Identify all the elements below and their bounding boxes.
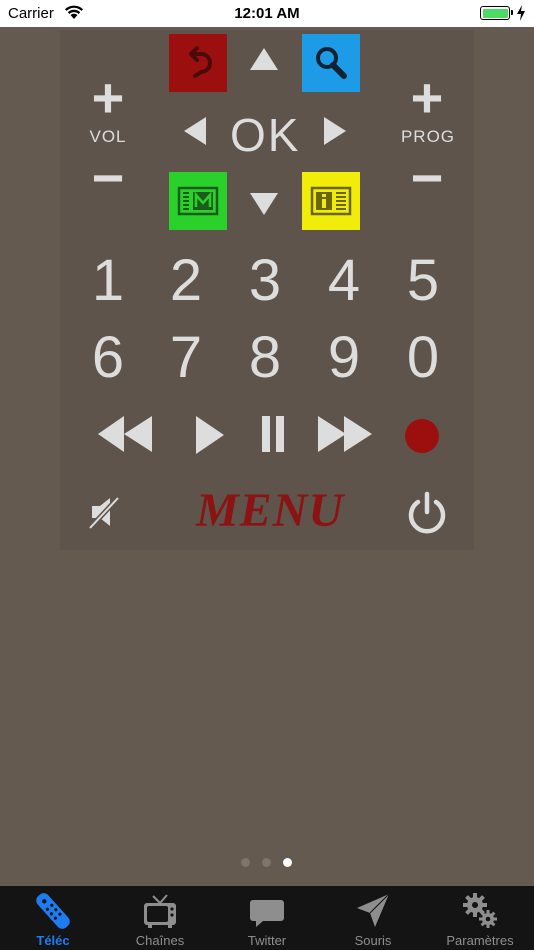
digit-3-button[interactable]: 3 [225,252,305,310]
charging-bolt-icon [517,5,525,21]
digit-0-button[interactable]: 0 [383,329,463,387]
guide-button[interactable] [169,172,227,230]
program-label: PROG [400,127,456,146]
digit-4-button[interactable]: 4 [304,252,384,310]
back-button[interactable] [169,34,227,92]
play-button[interactable] [194,414,226,456]
digit-6-button[interactable]: 6 [68,329,148,387]
pointer-arrow-icon [357,893,390,927]
pause-button[interactable] [260,414,286,454]
battery-icon [480,6,513,20]
remote-icon [36,893,70,929]
page-dot-2[interactable] [262,858,271,867]
digit-1-button[interactable]: 1 [68,252,148,310]
fast-forward-button[interactable] [316,413,374,455]
menu-button[interactable]: MENU [196,483,344,538]
tab-label: Paramètres [446,933,514,948]
digit-7-button[interactable]: 7 [146,329,226,387]
guide-m-icon [177,186,219,216]
digit-8-button[interactable]: 8 [225,329,305,387]
info-button[interactable] [302,172,360,230]
search-icon [316,47,347,79]
digit-2-button[interactable]: 2 [146,252,226,310]
page-indicator[interactable] [0,858,534,870]
volume-up-button[interactable]: + [78,70,138,126]
down-arrow-button[interactable] [248,191,280,217]
gears-icon [463,893,497,928]
tab-chaines[interactable]: Chaînes [107,886,213,950]
record-button[interactable] [404,418,440,454]
rewind-button[interactable] [96,413,154,455]
info-icon [310,186,352,216]
tab-bar: Téléc Chaînes Twitter Souris Paramètres [0,886,534,950]
tab-label: Téléc [36,933,70,948]
up-arrow-button[interactable] [248,46,280,72]
digit-9-button[interactable]: 9 [304,329,384,387]
tab-souris[interactable]: Souris [320,886,426,950]
status-bar: Carrier 12:01 AM [0,0,534,27]
page-dot-1[interactable] [241,858,250,867]
tab-twitter[interactable]: Twitter [214,886,320,950]
right-arrow-button[interactable] [322,115,348,147]
ok-button[interactable]: OK [230,108,300,162]
tab-label: Twitter [247,933,287,948]
mute-button[interactable] [88,494,122,530]
tab-telec[interactable]: Téléc [0,886,106,950]
return-arrow-icon [189,46,212,78]
status-time: 12:01 AM [234,5,300,22]
tab-parametres[interactable]: Paramètres [427,886,533,950]
tab-label: Souris [354,933,392,948]
program-down-button[interactable]: − [397,150,457,206]
tv-icon [144,894,176,928]
volume-down-button[interactable]: − [78,150,138,206]
digit-5-button[interactable]: 5 [383,252,463,310]
page-dot-3-active[interactable] [283,858,292,867]
program-up-button[interactable]: + [397,70,457,126]
power-button[interactable] [405,490,449,536]
volume-label: VOL [89,127,127,146]
tab-label: Chaînes [135,933,185,948]
search-button[interactable] [302,34,360,92]
left-arrow-button[interactable] [182,115,208,147]
chat-bubble-icon [250,900,284,927]
